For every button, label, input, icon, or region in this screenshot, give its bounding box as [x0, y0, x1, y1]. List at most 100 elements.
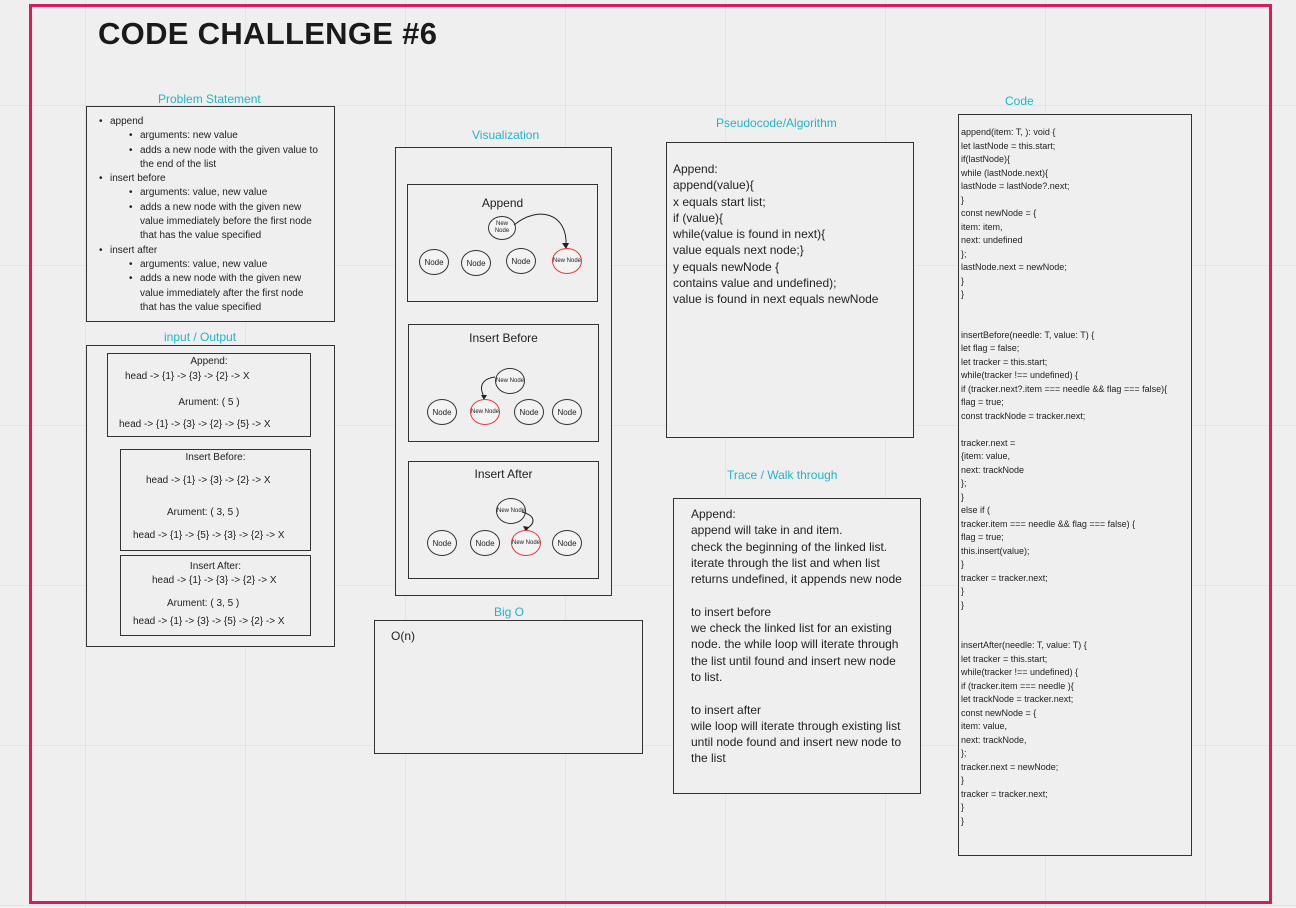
trace-box[interactable]: Append: append will take in and item. chec… [673, 498, 921, 794]
problem-statement-item: insert before [87, 172, 318, 187]
trace-line: wile loop will iterate through existing … [691, 718, 901, 733]
viz-append-arrow [513, 213, 569, 249]
viz-insert-before-card: Insert Before New Node Node New Node Nod… [408, 324, 599, 442]
viz-before-node-2: Node [514, 399, 544, 425]
code-line: if(lastNode){ [961, 154, 1011, 164]
pseudocode-label: Pseudocode/Algorithm [716, 116, 837, 130]
code-line: let tracker = this.start; [961, 356, 1048, 367]
code-box[interactable]: append(item: T, ): void { let lastNode =… [958, 114, 1192, 856]
code-line: } [961, 775, 965, 785]
trace-line: the list [691, 751, 726, 766]
code-line: const newNode = { [961, 707, 1037, 718]
code-line: tracker.next = [961, 437, 1016, 448]
code-line: flag = true; [961, 532, 1004, 542]
pseudocode-box[interactable]: Append: append(value){x equals start list… [666, 142, 914, 438]
trace-line: append will take in and item. [691, 523, 843, 538]
big-o-box[interactable]: O(n) [374, 620, 643, 754]
code-line: let tracker = this.start; [961, 653, 1048, 664]
code-line: lastNode.next = newNode; [961, 262, 1067, 272]
problem-statement-item: the end of the list [140, 158, 217, 170]
io-append-result: head -> {1} -> {3} -> {2} -> {5} -> X [119, 419, 271, 430]
trace-line: the list until found and insert new node [691, 653, 896, 668]
code-line: while(tracker !== undefined) { [961, 667, 1079, 677]
code-line: else if ( [961, 505, 991, 515]
viz-append-node-3: Node [506, 248, 536, 274]
code-line: insertBefore(needle: T, value: T) { [961, 329, 1095, 340]
code-line: const newNode = { [961, 208, 1037, 218]
viz-after-arrow [521, 511, 534, 532]
trace-line: returns undefined, it appends new node [691, 572, 902, 587]
trace-label: Trace / Walk through [727, 468, 838, 482]
trace-line: to list. [691, 669, 723, 684]
io-before-title: Insert Before: [185, 452, 246, 463]
pseudocode-line: y equals newNode { [673, 259, 780, 274]
code-label: Code [1005, 94, 1034, 108]
pseudocode-line: x equals start list; [673, 194, 766, 209]
trace-line [691, 685, 902, 701]
trace-line: Append: [691, 507, 736, 521]
problem-statement-item: adds a new node with the given value to [87, 144, 318, 159]
pseudocode-text: Append: append(value){x equals start list… [673, 161, 878, 308]
pseudocode-line: value equals next node;} [673, 243, 804, 258]
io-append-title: Append: [190, 356, 228, 367]
code-line: while(tracker !== undefined) { [961, 370, 1079, 380]
input-output-label: input / Output [164, 330, 237, 344]
code-line: this.insert(value); [961, 545, 1030, 556]
code-line: let flag = false; [961, 343, 1020, 353]
pseudocode-line: Append: [673, 162, 718, 176]
code-line: tracker.item === needle && flag === fals… [961, 518, 1136, 529]
code-line: const trackNode = tracker.next; [961, 410, 1086, 421]
input-output-box[interactable]: Append: head -> {1} -> {3} -> {2} -> X A… [86, 345, 335, 647]
viz-before-inserted-node: New Node [470, 399, 500, 425]
io-insert-before-card: Insert Before: head -> {1} -> {3} -> {2}… [120, 449, 311, 551]
problem-statement-box[interactable]: appendarguments: new valueadds a new nod… [86, 106, 335, 322]
viz-after-node-2: Node [470, 530, 500, 556]
viz-append-node-1: Node [419, 249, 449, 275]
code-line: flag = true; [961, 397, 1004, 407]
problem-statement-item: arguments: value, new value [87, 258, 318, 273]
code-line: } [961, 599, 965, 610]
problem-statement-item: adds a new node with the given new [87, 272, 318, 287]
pseudocode-line: while(value is found in next){ [673, 227, 826, 242]
visualization-box[interactable]: Append New Node Node Node Node New Node … [395, 147, 612, 596]
code-line: } [961, 802, 965, 812]
viz-append-node-2: Node [461, 250, 491, 276]
problem-statement-item: value immediately after the first node [140, 287, 304, 299]
code-line: if (tracker.item === needle ){ [961, 680, 1074, 691]
problem-statement-item: append [87, 115, 318, 130]
code-text: append(item: T, ): void { let lastNode =… [961, 126, 1167, 828]
trace-line: to insert before [691, 604, 772, 619]
code-line: insertAfter(needle: T, value: T) { [961, 640, 1087, 650]
code-line: } [961, 194, 965, 205]
code-line: }; [961, 748, 967, 758]
code-line: } [961, 491, 965, 502]
code-line: } [961, 815, 965, 826]
io-after-argument: Arument: ( 3, 5 ) [167, 598, 240, 609]
io-insert-after-card: Insert After: head -> {1} -> {3} -> {2} … [120, 555, 311, 636]
io-after-result: head -> {1} -> {3} -> {5} -> {2} -> X [133, 616, 285, 627]
big-o-label: Big O [494, 605, 525, 619]
board-title: CODE CHALLENGE #6 [98, 16, 438, 51]
trace-line: iterate through the list and when list [691, 555, 880, 570]
code-line: next: trackNode, [961, 734, 1027, 745]
code-line: let lastNode = this.start; [961, 140, 1056, 151]
io-after-head: head -> {1} -> {3} -> {2} -> X [152, 575, 277, 586]
io-before-argument: Arument: ( 3, 5 ) [167, 507, 240, 518]
code-line: let trackNode = tracker.next; [961, 694, 1074, 704]
code-line: while (lastNode.next){ [961, 167, 1049, 178]
problem-statement-item: value immediately before the first node [140, 216, 312, 228]
trace-line: check the beginning of the linked list. [691, 539, 888, 554]
code-line: lastNode = lastNode?.next; [961, 181, 1070, 191]
viz-append-inserted-node: New Node [552, 248, 582, 274]
code-line: }; [961, 248, 967, 259]
trace-text: Append: append will take in and item. chec… [691, 506, 902, 767]
viz-after-node-3: Node [552, 530, 582, 556]
code-line: {item: value, [961, 451, 1011, 461]
pseudocode-line: if (value){ [673, 210, 724, 225]
io-after-title: Insert After: [189, 561, 242, 572]
visualization-label: Visualization [472, 128, 540, 142]
